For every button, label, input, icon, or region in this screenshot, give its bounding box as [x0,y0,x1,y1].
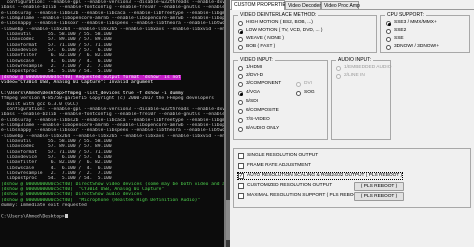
option-label: 8/AUDIO ONLY [246,126,280,131]
tab-video-proc-amp[interactable]: Video Proc Amp [321,1,360,9]
audio-input-title: AUDIO INPUT: [336,57,374,63]
radio-button [336,65,341,71]
terminal-line: e-libsnappy --enable-libsoxr --enable-li… [1,21,224,27]
setting-input-4[interactable]: ( PLS REBOOT ) [354,182,404,191]
tab-label: CUSTOM PROPERTIES [234,2,290,8]
option-label: 3DNOW! / 3DNOW!+ [394,44,440,49]
deinterlace-option-3[interactable]: WEAVE ( NONE ) [238,36,284,42]
deinterlace-option-4[interactable]: BOB ( FAST ) [238,44,275,50]
option-label: SSE [394,36,404,41]
option-label: AUTO RESOLUTION SCALING & RGB24/32 OUTPU… [247,173,403,178]
checkbox[interactable]: ✓ [238,173,244,179]
checkbox[interactable] [238,163,244,169]
radio-button[interactable] [296,90,301,96]
option-label: HIGH MOTION ( BS2, BOB, ...) [246,20,313,25]
radio-button[interactable] [386,36,391,42]
option-label: DVI [304,81,312,86]
radio-button[interactable] [238,28,243,34]
audio-input-option-2: 2/LINE IN [336,73,365,79]
option-label: SOG [304,90,315,95]
radio-button[interactable] [386,28,391,34]
terminal-line: C:\Users\Ahmed\Desktop> [0,214,224,219]
tab-label: Video Decoder [288,3,321,9]
option-label: FRAME RATE ADJUSTMENT [247,163,311,168]
checkbox[interactable] [238,183,244,189]
radio-button[interactable] [386,44,391,50]
video-input-option-6[interactable]: SOG [296,90,315,96]
tab-video-decoder[interactable]: Video Decoder [285,1,321,9]
cpu-support-title: CPU SUPPORT: [385,12,426,18]
video-input-option-9[interactable]: 7/S-VIDEO [238,117,270,123]
radio-button[interactable] [238,126,243,132]
radio-button[interactable] [238,73,243,79]
radio-button[interactable] [238,99,243,105]
radio-button[interactable] [238,117,243,123]
radio-button[interactable] [386,20,391,26]
video-input-option-2[interactable]: 2/DVI-D [238,73,263,79]
setting-option-3[interactable]: ✓ AUTO RESOLUTION SCALING & RGB24/32 OUTP… [236,172,404,180]
option-label: SSE2 [394,28,407,33]
tab-custom-properties[interactable]: CUSTOM PROPERTIES [231,0,289,10]
radio-button[interactable] [238,90,243,96]
checkbox[interactable] [238,193,244,199]
option-label: BOB ( FAST ) [246,44,276,49]
option-label: 2/LINE IN [344,73,365,78]
checkbox[interactable] [238,153,244,159]
terminal-line: ffmpeg version N-85750-ga75ef15 Copyrigh… [1,96,214,102]
option-label: 3/COMPONENT [246,81,282,86]
cpu-option-4[interactable]: 3DNOW! / 3DNOW!+ [386,44,439,50]
deinterlace-option-1[interactable]: HIGH MOTION ( BS2, BOB, ...) [238,20,313,26]
option-label: SINGLE RESOLUTION OUTPUT [247,153,319,158]
radio-button[interactable] [238,108,243,114]
terminal-line: ibass --enable-bzlib --enable-fontconfig… [1,112,224,118]
setting-option-4[interactable]: CUSTOMIZED RESOLUTION OUTPUT [238,183,332,189]
video-input-option-5[interactable]: 4/VGA [238,90,260,96]
video-input-option-1[interactable]: 1/HDMI [238,65,262,71]
radio-button [296,81,301,87]
radio-button[interactable] [238,81,243,87]
option-label: SSE3 / MMX/MMX+ [394,20,437,25]
radio-button [336,73,341,79]
setting-option-1[interactable]: SINGLE RESOLUTION OUTPUT [238,153,318,159]
video-input-title: VIDEO INPUT: [238,57,275,63]
option-label: CUSTOMIZED RESOLUTION OUTPUT [247,183,333,188]
radio-button[interactable] [238,20,243,26]
video-input-option-4: DVI [296,81,312,87]
radio-button[interactable] [238,36,243,42]
video-input-option-8[interactable]: 6/COMPOSITE [238,108,279,114]
radio-button[interactable] [238,44,243,50]
terminal-line: e-libsnappy --enable-libsoxr --enable-li… [1,128,224,134]
deinterlace-title: VIDEO DEINTERLACE METHOD: [238,12,319,18]
video-input-option-3[interactable]: 3/COMPONENT [238,81,281,87]
option-label: LOW MOTION ( TV, VCD, DVD, ... ) [246,28,323,33]
option-label: 7/S-VIDEO [246,117,270,122]
option-label: 2/DVI-D [246,73,264,78]
option-label: 6/COMPOSITE [246,108,279,113]
option-label: MAXIMAL RESOLUTION SUPPORT ( PLS REBOOT … [247,193,364,198]
audio-input-group: AUDIO INPUT: [331,57,391,140]
terminal-window[interactable]: configuration: --enable-gpl --enable-ver… [0,0,226,247]
audio-input-option-1: 1/EMBEDDED AUDIO [336,65,391,71]
tab-bar: CUSTOM PROPERTIES Video Decoder Video Pr… [230,0,474,10]
cpu-option-1[interactable]: SSE3 / MMX/MMX+ [386,20,437,26]
cpu-option-3[interactable]: SSE [386,36,404,42]
setting-option-5[interactable]: MAXIMAL RESOLUTION SUPPORT ( PLS REBOOT … [238,193,363,199]
video-input-option-10[interactable]: 8/AUDIO ONLY [238,126,279,132]
terminal-line: ibass --enable-bzlib --enable-fontconfig… [1,5,224,11]
option-label: 5/SDI [246,99,258,104]
option-label: 4/VGA [246,90,261,95]
option-label: 1/HDMI [246,65,263,70]
video-input-option-7[interactable]: 5/SDI [238,99,258,105]
tab-label: Video Proc Amp [324,3,360,9]
setting-input-5[interactable]: ( PLS REBOOT ) [354,192,404,201]
properties-panel: CUSTOM PROPERTIES Video Decoder Video Pr… [230,0,474,247]
setting-option-2[interactable]: FRAME RATE ADJUSTMENT [238,163,311,169]
cpu-option-2[interactable]: SSE2 [386,28,406,34]
option-label: WEAVE ( NONE ) [246,36,285,41]
option-label: 1/EMBEDDED AUDIO [344,65,392,70]
deinterlace-option-2[interactable]: LOW MOTION ( TV, VCD, DVD, ... ) [238,28,323,34]
radio-button[interactable] [238,65,243,71]
